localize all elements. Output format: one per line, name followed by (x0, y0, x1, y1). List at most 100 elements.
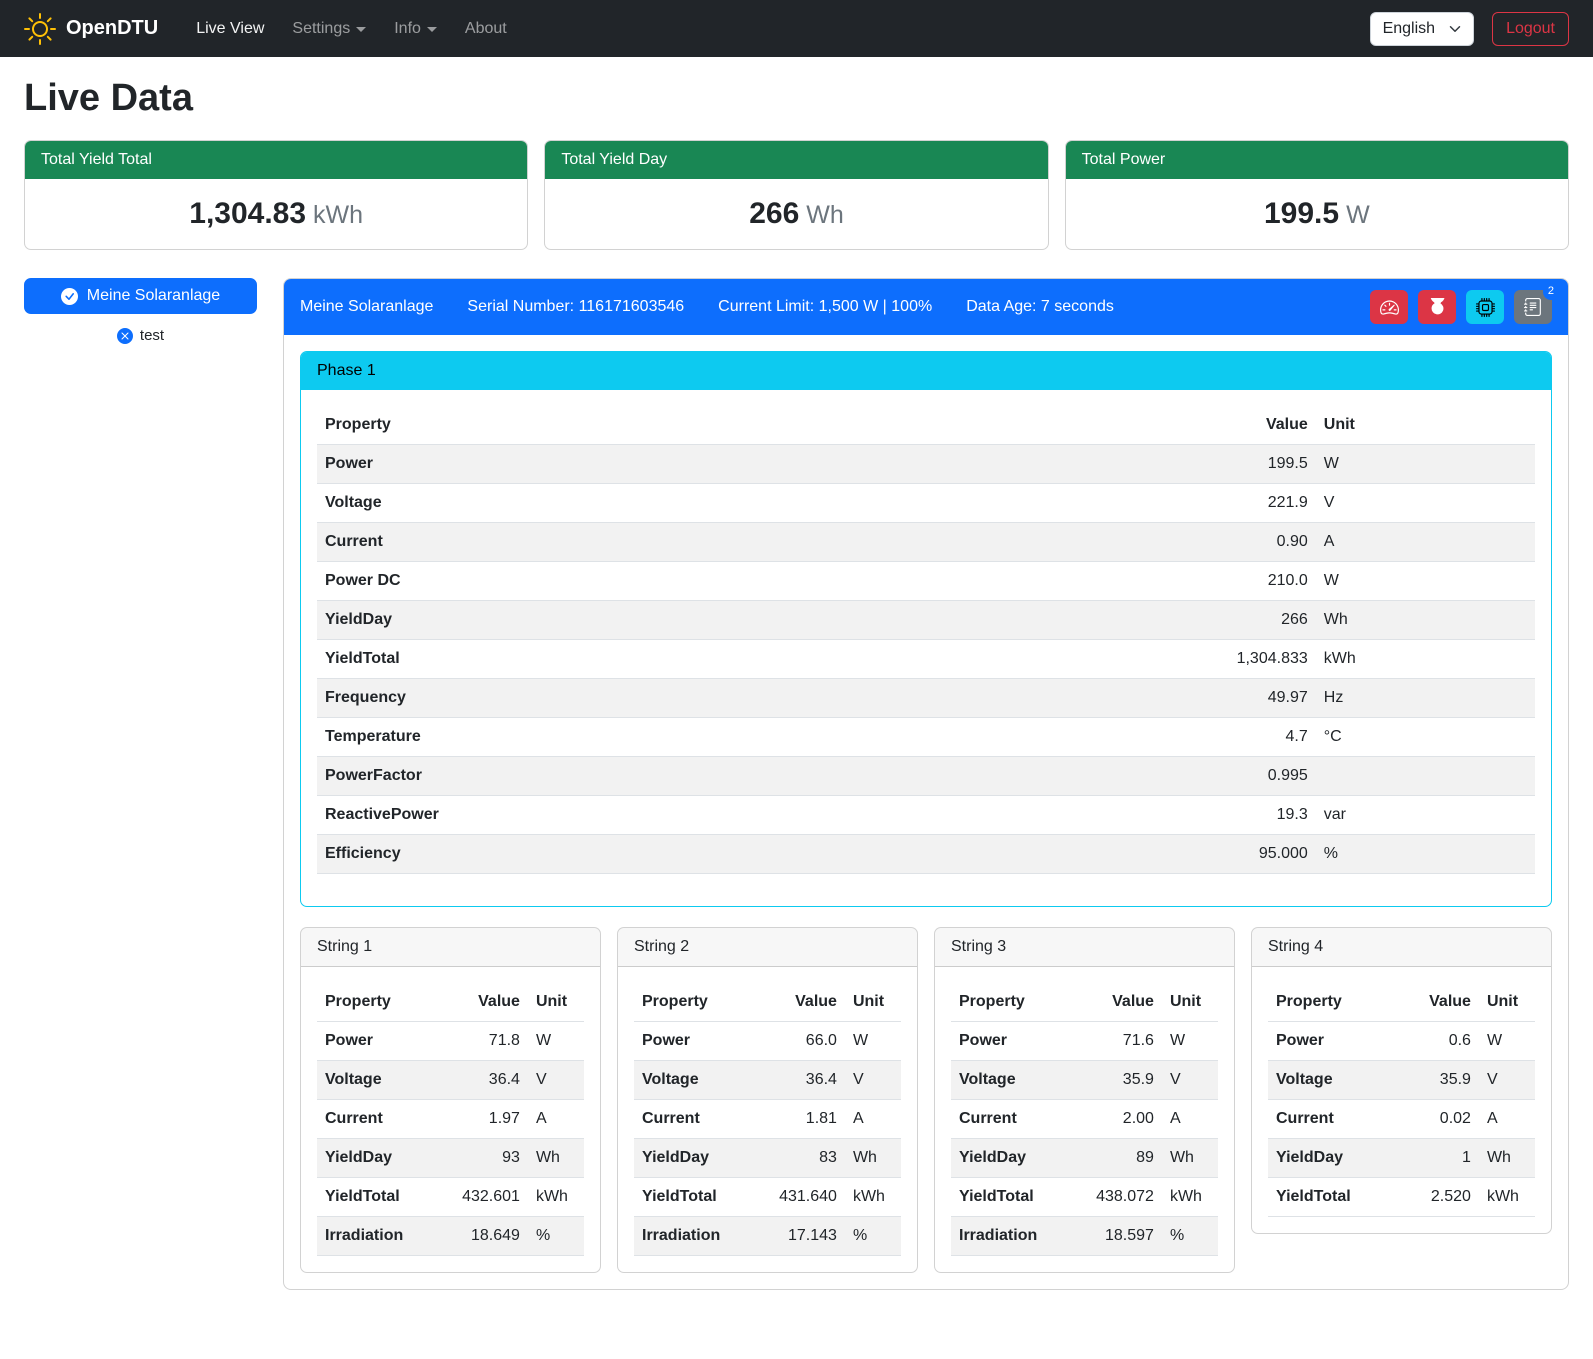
value-cell: 83 (760, 1139, 845, 1178)
unit-cell (1316, 757, 1535, 796)
property-cell: YieldTotal (317, 640, 1109, 679)
event-log-button[interactable]: 2 (1514, 290, 1552, 324)
inverter-actions: 2 (1370, 290, 1552, 324)
check-circle-icon (61, 288, 78, 305)
inverter-limit: Current Limit: 1,500 W | 100% (718, 298, 932, 316)
inverter-serial: Serial Number: 116171603546 (467, 298, 684, 316)
nav-item-live-view[interactable]: Live View (184, 12, 276, 46)
value-cell: 1.81 (760, 1100, 845, 1139)
brand[interactable]: OpenDTU (24, 13, 158, 45)
unit-cell: W (1316, 562, 1535, 601)
string-card-body: PropertyValueUnitPower66.0WVoltage36.4VC… (618, 967, 917, 1256)
table-row: Frequency49.97Hz (317, 679, 1535, 718)
table-row: Irradiation18.597% (951, 1217, 1218, 1256)
inverter-data-age: Data Age: 7 seconds (966, 298, 1114, 316)
property-cell: Current (1268, 1100, 1394, 1139)
table-header-row: PropertyValueUnit (317, 983, 584, 1022)
nav-item-info[interactable]: Info (382, 12, 449, 46)
unit-cell: V (1162, 1061, 1218, 1100)
power-button[interactable] (1418, 290, 1456, 324)
card-title: Total Yield Total (25, 141, 527, 179)
device-info-button[interactable] (1466, 290, 1504, 324)
unit-cell: A (1162, 1100, 1218, 1139)
property-cell: Power (1268, 1022, 1394, 1061)
total-power-card: Total Power 199.5W (1065, 140, 1569, 250)
language-select[interactable]: English (1370, 12, 1474, 46)
strings-row: String 1 PropertyValueUnitPower71.8WVolt… (300, 927, 1552, 1273)
inverter-card: Meine Solaranlage Serial Number: 1161716… (283, 278, 1569, 1290)
table-row: YieldTotal432.601kWh (317, 1178, 584, 1217)
unit-cell: kWh (1479, 1178, 1535, 1217)
inverter-button-meine-solaranlage[interactable]: Meine Solaranlage (24, 278, 257, 314)
phase-table: PropertyValueUnitPower199.5WVoltage221.9… (317, 406, 1535, 874)
property-cell: Irradiation (317, 1217, 443, 1256)
value-cell: 18.597 (1077, 1217, 1162, 1256)
table-row: Current0.02A (1268, 1100, 1535, 1139)
page-content: Live Data Total Yield Total 1,304.83kWh … (0, 57, 1593, 1314)
chevron-down-icon (427, 27, 437, 32)
property-cell: Irradiation (951, 1217, 1077, 1256)
unit-cell: % (845, 1217, 901, 1256)
value-cell: 71.8 (443, 1022, 528, 1061)
column-header: Property (317, 406, 1109, 445)
table-row: Temperature4.7°C (317, 718, 1535, 757)
property-cell: YieldDay (951, 1139, 1077, 1178)
table-row: YieldDay89Wh (951, 1139, 1218, 1178)
string-1-table: PropertyValueUnitPower71.8WVoltage36.4VC… (317, 983, 584, 1256)
card-body: 266Wh (545, 179, 1047, 249)
value-cell: 0.90 (1109, 523, 1316, 562)
unit-cell: °C (1316, 718, 1535, 757)
limit-settings-button[interactable] (1370, 290, 1408, 324)
power-icon (1428, 298, 1447, 317)
string-card-body: PropertyValueUnitPower71.8WVoltage36.4VC… (301, 967, 600, 1256)
property-cell: Voltage (1268, 1061, 1394, 1100)
value-cell: 0.6 (1394, 1022, 1479, 1061)
event-count-badge: 2 (1543, 283, 1559, 300)
string-4-table: PropertyValueUnitPower0.6WVoltage35.9VCu… (1268, 983, 1535, 1217)
nav-item-settings[interactable]: Settings (280, 12, 378, 46)
column-header: Unit (528, 983, 584, 1022)
string-3-card: String 3 PropertyValueUnitPower71.6WVolt… (934, 927, 1235, 1273)
value-cell: 93 (443, 1139, 528, 1178)
main-row: Meine Solaranlage test Meine Solaranlage… (24, 278, 1569, 1290)
property-cell: YieldTotal (951, 1178, 1077, 1217)
unit-cell: W (1479, 1022, 1535, 1061)
table-row: Voltage35.9V (1268, 1061, 1535, 1100)
inverter-button-test[interactable]: test (24, 327, 257, 344)
chevron-down-icon (1449, 23, 1461, 35)
chevron-down-icon (356, 27, 366, 32)
value-cell: 1.97 (443, 1100, 528, 1139)
property-cell: Efficiency (317, 835, 1109, 874)
column-header: Value (443, 983, 528, 1022)
value-cell: 2.520 (1394, 1178, 1479, 1217)
unit-cell: kWh (845, 1178, 901, 1217)
nav-item-about[interactable]: About (453, 12, 519, 46)
column-header: Value (1109, 406, 1316, 445)
column-header: Property (951, 983, 1077, 1022)
card-title: Total Yield Day (545, 141, 1047, 179)
string-card-body: PropertyValueUnitPower0.6WVoltage35.9VCu… (1252, 967, 1551, 1217)
unit-cell: kWh (528, 1178, 584, 1217)
table-row: YieldDay1Wh (1268, 1139, 1535, 1178)
property-cell: PowerFactor (317, 757, 1109, 796)
unit-cell: A (845, 1100, 901, 1139)
unit-cell: W (528, 1022, 584, 1061)
value-cell: 35.9 (1394, 1061, 1479, 1100)
property-cell: Power (317, 445, 1109, 484)
phase-card-body: PropertyValueUnitPower199.5WVoltage221.9… (301, 390, 1551, 906)
value-cell: 17.143 (760, 1217, 845, 1256)
value-cell: 0.995 (1109, 757, 1316, 796)
unit-cell: Wh (1316, 601, 1535, 640)
property-cell: Temperature (317, 718, 1109, 757)
logout-button[interactable]: Logout (1492, 12, 1569, 46)
unit-cell: Wh (1162, 1139, 1218, 1178)
table-row: YieldTotal2.520kWh (1268, 1178, 1535, 1217)
unit-cell: A (1316, 523, 1535, 562)
string-title: String 3 (935, 928, 1234, 967)
table-header-row: PropertyValueUnit (951, 983, 1218, 1022)
unit-cell: Wh (1479, 1139, 1535, 1178)
sun-logo-icon (24, 13, 56, 45)
table-row: Voltage36.4V (634, 1061, 901, 1100)
total-yield-day-value: 266 (749, 197, 799, 230)
inverter-card-body: Phase 1 PropertyValueUnitPower199.5WVolt… (284, 335, 1568, 1289)
